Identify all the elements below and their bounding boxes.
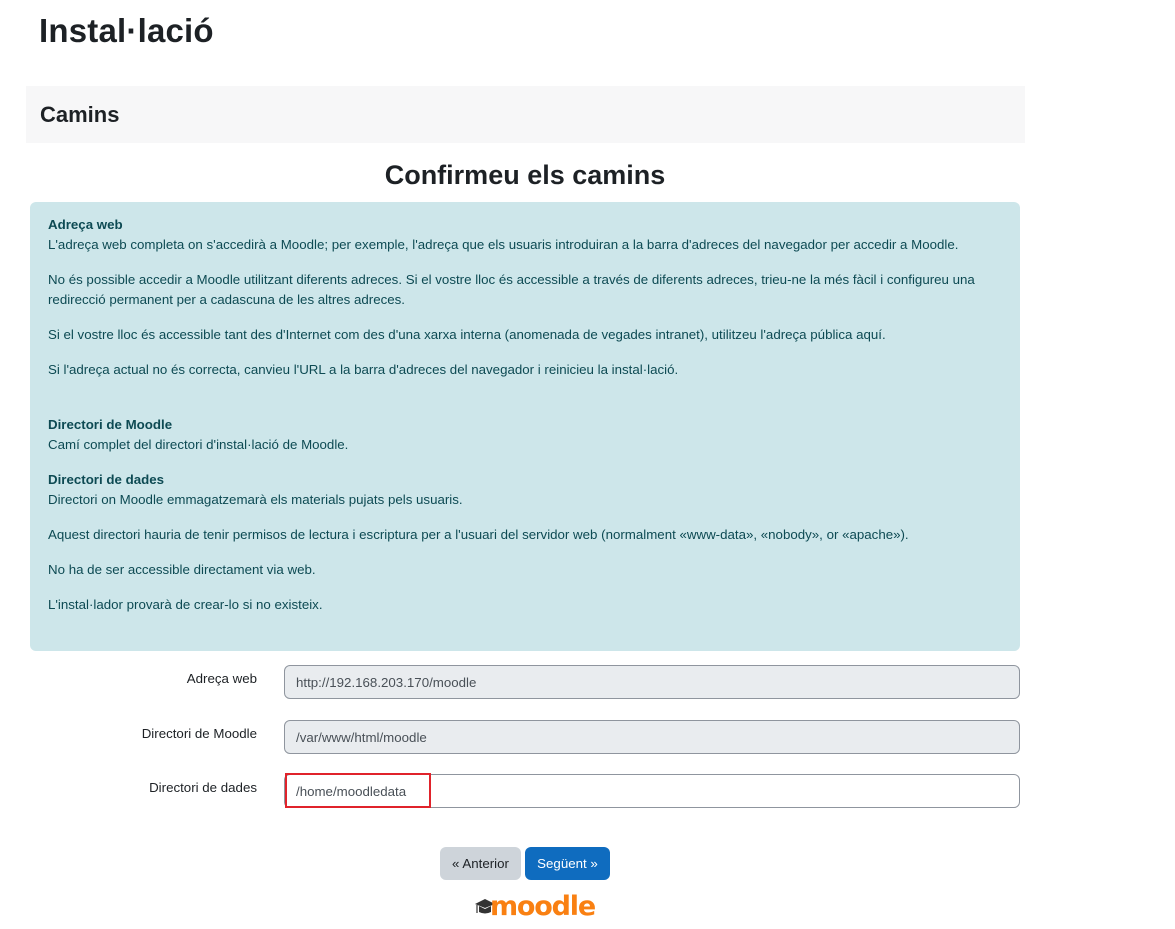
info-box: Adreça web L'adreça web completa on s'ac… <box>30 202 1020 651</box>
page-title: Instal·lació <box>39 12 214 49</box>
wwwroot-input[interactable] <box>284 665 1020 699</box>
form-row-dataroot: Directori de dades <box>0 774 1175 808</box>
wwwroot-label: Adreça web <box>186 671 257 686</box>
info-paragraph: L'instal·lador provarà de crear-lo si no… <box>48 597 323 612</box>
section-title: Camins <box>40 102 120 127</box>
info-paragraph: Si l'adreça actual no és correcta, canvi… <box>48 362 679 377</box>
next-button[interactable]: Següent » <box>525 847 610 880</box>
info-term-moodle-dir: Directori de Moodle <box>48 417 173 432</box>
section-header: Camins <box>26 86 1025 143</box>
dirroot-label: Directori de Moodle <box>141 726 257 741</box>
info-paragraph: L'adreça web completa on s'accedirà a Mo… <box>48 237 959 252</box>
dataroot-label: Directori de dades <box>149 780 257 795</box>
dirroot-input[interactable] <box>284 720 1020 754</box>
dataroot-input[interactable] <box>284 774 1020 808</box>
info-paragraph: Aquest directori hauria de tenir permiso… <box>48 527 909 542</box>
form-row-wwwroot: Adreça web <box>0 665 1175 699</box>
info-term-web: Adreça web <box>48 217 123 232</box>
info-paragraph: Si el vostre lloc és accessible tant des… <box>48 327 886 342</box>
form-row-dirroot: Directori de Moodle <box>0 720 1175 754</box>
info-term-data-dir: Directori de dades <box>48 472 165 487</box>
info-paragraph: Directori on Moodle emmagatzemarà els ma… <box>48 492 463 507</box>
logo-text: moodle <box>490 891 596 922</box>
confirm-heading: Confirmeu els camins <box>384 160 666 190</box>
info-paragraph: No és possible accedir a Moodle utilitza… <box>48 272 975 307</box>
previous-button[interactable]: « Anterior <box>440 847 521 880</box>
info-paragraph: No ha de ser accessible directament via … <box>48 562 316 577</box>
moodle-logo: moodle <box>474 891 596 924</box>
info-paragraph: Camí complet del directori d'instal·laci… <box>48 437 349 452</box>
